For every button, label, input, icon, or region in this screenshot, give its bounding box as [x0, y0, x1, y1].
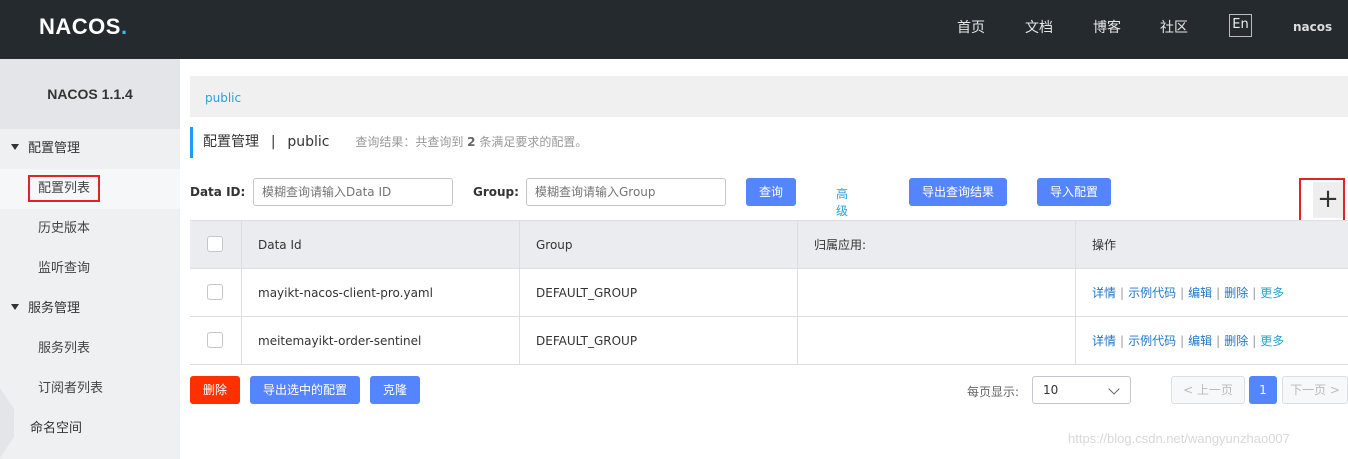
import-config-button[interactable]: 导入配置	[1037, 178, 1111, 206]
table-row: meitemayikt-order-sentinel DEFAULT_GROUP…	[190, 317, 1348, 365]
nav-home[interactable]: 首页	[957, 17, 985, 37]
more-link[interactable]: 更多	[1260, 334, 1284, 348]
select-all-checkbox[interactable]	[207, 236, 223, 252]
watermark-text: https://blog.csdn.net/wangyunzhao007	[1068, 431, 1290, 446]
sample-code-link[interactable]: 示例代码	[1128, 334, 1176, 348]
version-label: NACOS 1.1.4	[0, 59, 180, 129]
caret-down-icon	[11, 304, 19, 310]
config-table: Data Id Group 归属应用: 操作 mayikt-nacos-clie…	[190, 220, 1348, 365]
sidebar-item-config-list[interactable]: 配置列表	[0, 169, 180, 209]
col-data-id[interactable]: Data Id	[242, 221, 520, 269]
col-app[interactable]: 归属应用:	[798, 221, 1076, 269]
select-all-cell	[190, 221, 242, 269]
col-group[interactable]: Group	[520, 221, 798, 269]
page-size-select[interactable]: 10	[1032, 376, 1131, 404]
top-header: NACOS. 首页 文档 博客 社区 En nacos	[0, 0, 1348, 59]
sidebar-item-history[interactable]: 历史版本	[0, 209, 180, 249]
sidebar-group-config[interactable]: 配置管理	[0, 129, 180, 169]
sidebar: NACOS 1.1.4 配置管理 配置列表 历史版本 监听查询 服务管理 服务列…	[0, 59, 180, 459]
user-name[interactable]: nacos	[1293, 20, 1332, 34]
cell-group: DEFAULT_GROUP	[520, 317, 798, 365]
sidebar-item-service-list[interactable]: 服务列表	[0, 329, 180, 369]
dataid-label: Data ID:	[190, 185, 246, 199]
row-checkbox[interactable]	[207, 284, 223, 300]
col-actions: 操作	[1092, 238, 1117, 252]
group-label: Group:	[473, 185, 519, 199]
namespace-bar: public	[190, 76, 1348, 117]
more-link[interactable]: 更多	[1260, 286, 1284, 300]
detail-link[interactable]: 详情	[1092, 286, 1116, 300]
nacos-logo[interactable]: NACOS.	[39, 14, 128, 40]
sidebar-item-subscribers[interactable]: 订阅者列表	[0, 369, 180, 409]
cell-actions: 详情 | 示例代码 | 编辑 | 删除 | 更多	[1092, 286, 1285, 300]
cell-data-id: meitemayikt-order-sentinel	[242, 317, 520, 365]
delete-link[interactable]: 删除	[1224, 286, 1248, 300]
row-checkbox[interactable]	[207, 332, 223, 348]
clone-button[interactable]: 克隆	[370, 376, 420, 404]
cell-actions: 详情 | 示例代码 | 编辑 | 删除 | 更多	[1092, 334, 1285, 348]
edit-link[interactable]: 编辑	[1188, 286, 1212, 300]
query-result-text: 查询结果：共查询到 2 条满足要求的配置。	[355, 135, 588, 149]
current-page-button[interactable]: 1	[1249, 376, 1277, 404]
sidebar-item-namespace[interactable]: 命名空间	[0, 409, 180, 449]
sample-code-link[interactable]: 示例代码	[1128, 286, 1176, 300]
sidebar-item-listener[interactable]: 监听查询	[0, 249, 180, 289]
dataid-input[interactable]	[253, 178, 453, 206]
namespace-link-public[interactable]: public	[205, 91, 241, 105]
chevron-down-icon	[1108, 383, 1120, 395]
delete-selected-button[interactable]: 删除	[190, 376, 240, 404]
detail-link[interactable]: 详情	[1092, 334, 1116, 348]
nav-community[interactable]: 社区	[1160, 17, 1188, 37]
edit-link[interactable]: 编辑	[1188, 334, 1212, 348]
query-button[interactable]: 查询	[746, 178, 796, 206]
add-config-button[interactable]: +	[1313, 182, 1343, 218]
prev-page-button[interactable]: < 上一页	[1171, 376, 1245, 404]
delete-link[interactable]: 删除	[1224, 334, 1248, 348]
cell-data-id: mayikt-nacos-client-pro.yaml	[242, 269, 520, 317]
page-title: 配置管理 | public 查询结果：共查询到 2 条满足要求的配置。	[190, 127, 587, 158]
group-input[interactable]	[526, 178, 726, 206]
cell-group: DEFAULT_GROUP	[520, 269, 798, 317]
cell-app	[798, 317, 1076, 365]
table-row: mayikt-nacos-client-pro.yaml DEFAULT_GRO…	[190, 269, 1348, 317]
language-switch[interactable]: En	[1229, 14, 1252, 37]
cell-app	[798, 269, 1076, 317]
export-selected-button[interactable]: 导出选中的配置	[250, 376, 360, 404]
nav-blog[interactable]: 博客	[1093, 17, 1121, 37]
nav-docs[interactable]: 文档	[1025, 17, 1053, 37]
table-header-row: Data Id Group 归属应用: 操作	[190, 221, 1348, 269]
next-page-button[interactable]: 下一页 >	[1282, 376, 1348, 404]
caret-down-icon	[11, 144, 19, 150]
export-query-button[interactable]: 导出查询结果	[909, 178, 1007, 206]
page-size-label: 每页显示:	[967, 385, 1020, 399]
sidebar-group-service[interactable]: 服务管理	[0, 289, 180, 329]
